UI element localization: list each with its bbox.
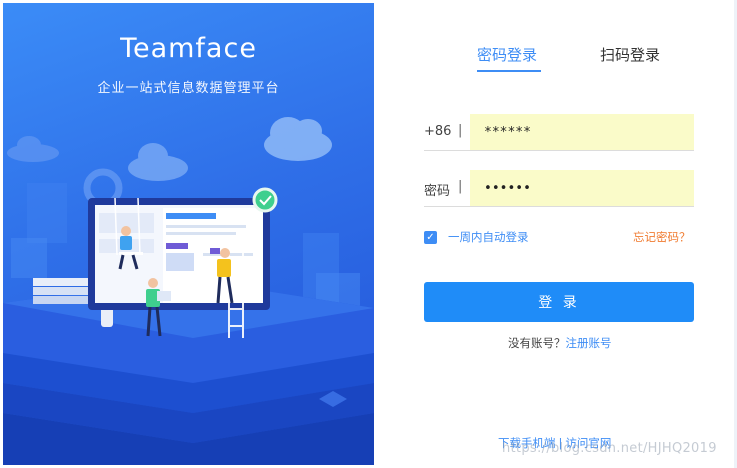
phone-row: +86 | xyxy=(424,114,694,151)
login-panel: 密码登录 扫码登录 +86 | 密码 | ✓ 一周内自动登录 忘记密码？ 登 录… xyxy=(374,0,737,468)
password-row: 密码 | xyxy=(424,170,694,207)
field-separator: | xyxy=(458,179,463,194)
country-code: +86 xyxy=(424,124,452,139)
footer-separator: | xyxy=(558,436,563,450)
active-tab-indicator xyxy=(477,70,541,72)
register-line: 没有账号？注册账号 xyxy=(374,335,737,351)
register-link[interactable]: 注册账号 xyxy=(566,336,612,350)
brand-subtitle: 企业一站式信息数据管理平台 xyxy=(97,81,280,96)
download-app-link[interactable]: 下载手机端 xyxy=(498,436,556,450)
remember-me[interactable]: ✓ 一周内自动登录 xyxy=(424,229,529,245)
tab-password-login[interactable]: 密码登录 xyxy=(477,44,537,65)
phone-input[interactable] xyxy=(470,114,694,150)
visit-site-link[interactable]: 访问官网 xyxy=(565,436,611,450)
promo-panel: Teamface 企业一站式信息数据管理平台 xyxy=(3,3,374,465)
password-label: 密码 xyxy=(424,184,451,199)
papers-icon xyxy=(33,278,93,304)
forgot-password-link[interactable]: 忘记密码？ xyxy=(633,229,691,245)
cloud-icon xyxy=(264,117,332,161)
remember-checkbox[interactable]: ✓ xyxy=(424,230,437,244)
field-separator: | xyxy=(458,123,463,138)
check-badge-icon xyxy=(252,187,278,213)
brand-title: Teamface xyxy=(120,33,257,64)
tab-qr-login[interactable]: 扫码登录 xyxy=(600,44,660,65)
password-input[interactable] xyxy=(470,170,694,206)
no-account-text: 没有账号？ xyxy=(508,336,566,350)
promo-illustration xyxy=(3,117,374,465)
login-button[interactable]: 登 录 xyxy=(424,282,694,322)
footer-links: 下载手机端 | 访问官网 xyxy=(498,435,611,451)
remember-label: 一周内自动登录 xyxy=(448,230,529,244)
